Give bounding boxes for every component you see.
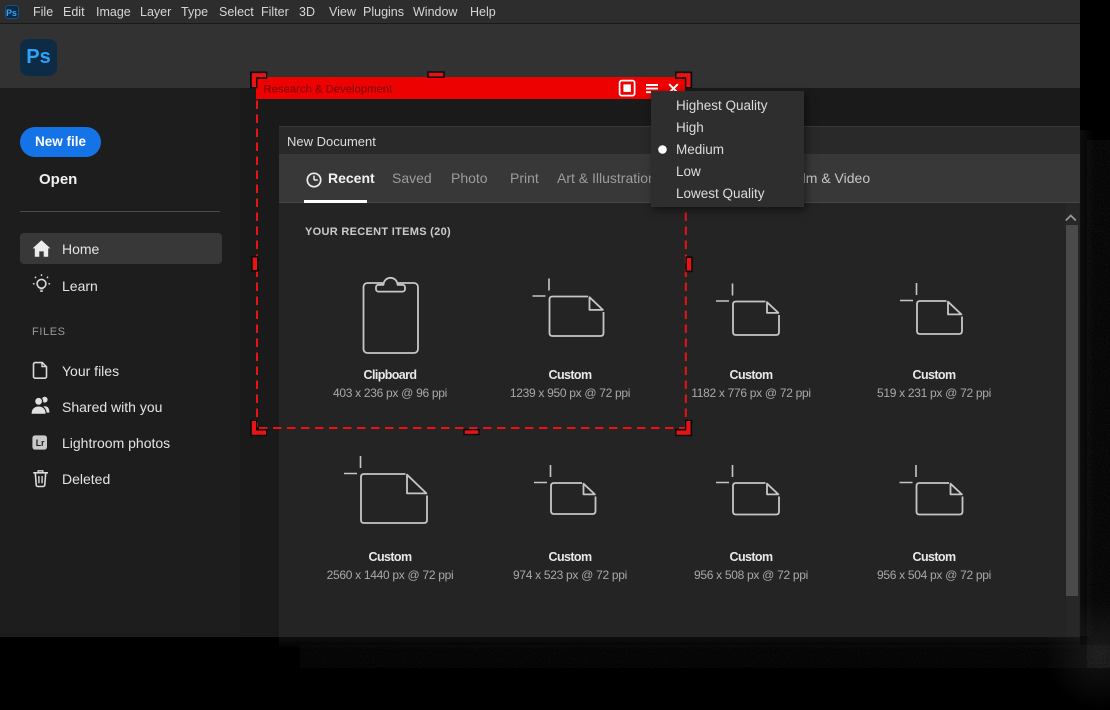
svg-text:Research & Development: Research & Development <box>264 83 394 95</box>
